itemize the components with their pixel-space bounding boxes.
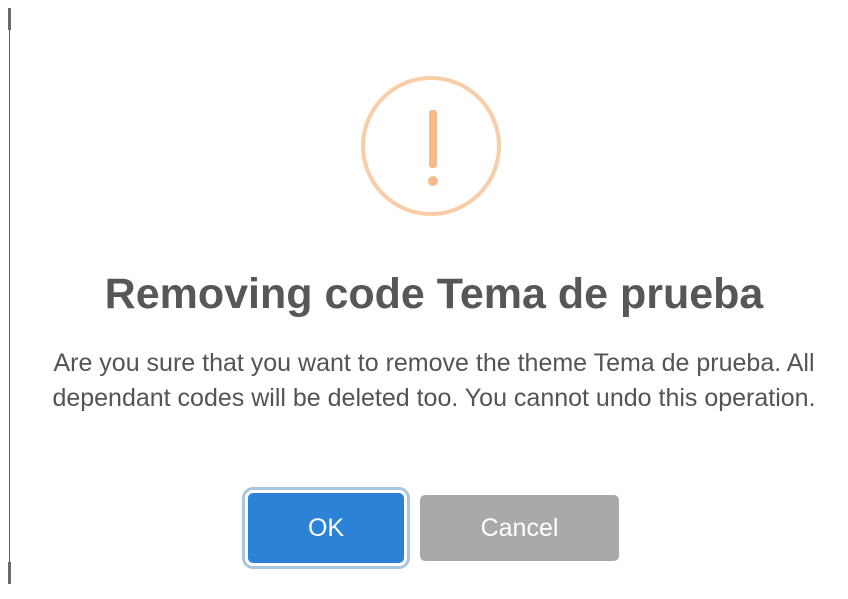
exclamation-bar	[429, 110, 437, 168]
confirm-dialog: Removing code Tema de prueba Are you sur…	[0, 0, 848, 599]
ok-button[interactable]: OK	[248, 493, 404, 563]
dialog-message: Are you sure that you want to remove the…	[52, 349, 816, 412]
dialog-title: Removing code Tema de prueba	[104, 270, 764, 318]
warning-exclamation-icon	[361, 76, 501, 216]
page: Removing code Tema de prueba Are you sur…	[0, 0, 848, 599]
cancel-button[interactable]: Cancel	[420, 495, 619, 561]
exclamation-dot	[428, 176, 438, 186]
